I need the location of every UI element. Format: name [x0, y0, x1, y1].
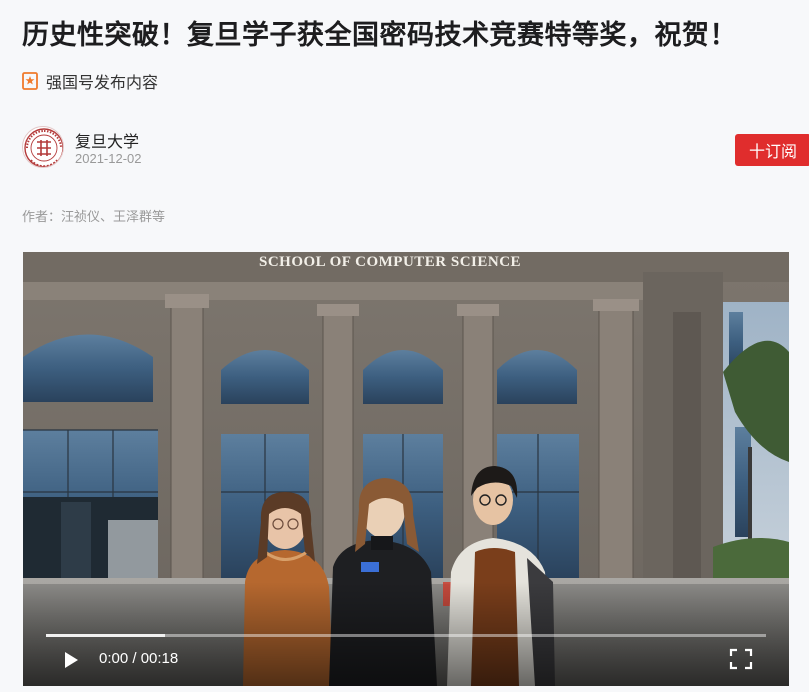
publisher-row: 复旦大学 2021-12-02 十订阅 — [22, 126, 809, 172]
building-sign: SCHOOL OF COMPUTER SCIENCE — [259, 254, 521, 270]
article-byline: 作者：汪祯仪、王泽群等 — [22, 210, 166, 225]
play-icon[interactable] — [61, 650, 81, 670]
video-frame: SCHOOL OF COMPUTER SCIENCE — [23, 252, 789, 686]
subscribe-button[interactable]: 十订阅 — [735, 134, 809, 166]
fullscreen-icon[interactable] — [729, 648, 753, 670]
publisher-name[interactable]: 复旦大学 — [75, 128, 139, 152]
video-player[interactable]: SCHOOL OF COMPUTER SCIENCE 0:00 / 00:18 — [23, 252, 789, 686]
video-time: 0:00 / 00:18 — [99, 650, 179, 667]
university-seal-icon — [24, 128, 63, 167]
bookmark-flag-icon — [22, 72, 38, 90]
article-title: 历史性突破！复旦学子获全国密码技术竞赛特等奖，祝贺！ — [22, 20, 737, 51]
source-tag: 强国号发布内容 — [22, 70, 158, 92]
video-progress-bar[interactable] — [46, 634, 766, 637]
publish-date: 2021-12-02 — [75, 151, 142, 166]
video-progress-fill — [46, 634, 165, 637]
source-label: 强国号发布内容 — [46, 73, 159, 92]
publisher-avatar[interactable] — [22, 126, 64, 168]
